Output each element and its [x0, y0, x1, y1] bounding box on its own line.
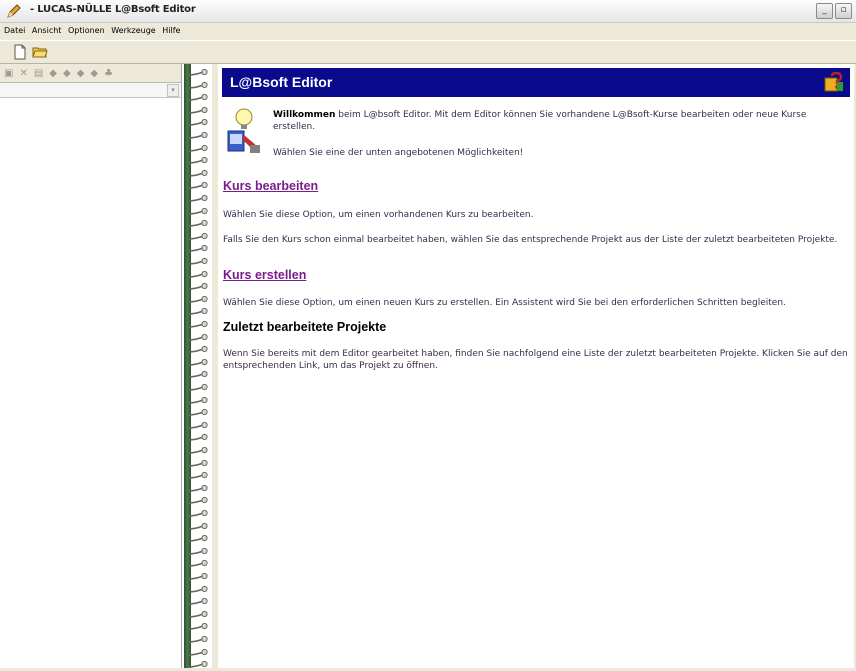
spiral-ring	[186, 535, 208, 542]
spiral-ring	[186, 459, 208, 467]
title-bar: - LUCAS-NÜLLE L@Bsoft Editor _ ▫	[0, 0, 856, 23]
move-right-icon[interactable]: ◆	[90, 68, 98, 79]
welcome-content: L@Bsoft Editor Willkommen beim L@bsoft E…	[218, 64, 854, 668]
spiral-ring	[186, 81, 208, 89]
spiral-ring	[186, 434, 208, 442]
recent-projects-text: Wenn Sie bereits mit dem Editor gearbeit…	[223, 349, 848, 371]
spiral-ring	[186, 94, 208, 101]
spiral-ring	[186, 182, 208, 190]
tree-toolbar: ▣ ✕ ▤ ◆ ◆ ◆ ◆ ♣	[0, 64, 181, 83]
menu-optionen[interactable]: Optionen	[68, 23, 105, 38]
edit-project-text: Falls Sie den Kurs schon einmal bearbeit…	[223, 235, 838, 245]
spiral-ring	[186, 484, 208, 492]
spiral-ring	[186, 232, 208, 240]
move-left-icon[interactable]: ◆	[77, 68, 85, 79]
main-toolbar	[0, 40, 856, 64]
spiral-ring	[186, 207, 208, 215]
welcome-text: Willkommen beim L@bsoft Editor. Mit dem …	[273, 109, 848, 133]
spiral-ring	[186, 295, 208, 303]
spiral-ring	[186, 446, 208, 454]
edit-option-text: Wählen Sie diese Option, um einen vorhan…	[223, 210, 534, 220]
spiral-ring	[186, 409, 208, 416]
spiral-ring	[186, 257, 208, 265]
menu-bar: Datei Ansicht Optionen Werkzeuge Hilfe	[0, 23, 856, 38]
chevron-down-icon[interactable]: ▾	[167, 84, 179, 97]
menu-hilfe[interactable]: Hilfe	[162, 23, 180, 38]
spiral-ring	[186, 383, 208, 391]
spiral-ring	[186, 610, 208, 618]
open-folder-icon[interactable]	[32, 44, 48, 60]
spiral-ring	[186, 497, 208, 505]
spiral-ring	[186, 522, 208, 530]
editor-header: L@Bsoft Editor	[222, 68, 850, 97]
kurs-erstellen-link[interactable]: Kurs erstellen	[223, 268, 306, 282]
spiral-ring	[186, 157, 208, 164]
minimize-button[interactable]: _	[816, 3, 833, 19]
help-icon[interactable]	[824, 72, 844, 92]
welcome-bold: Willkommen	[273, 110, 336, 120]
spiral-ring	[186, 509, 208, 517]
spiral-ring	[186, 572, 208, 580]
move-up-icon[interactable]: ◆	[49, 68, 57, 79]
spiral-ring	[186, 371, 208, 379]
spiral-ring	[186, 661, 208, 668]
notebook-spine	[182, 64, 212, 668]
spiral-ring	[186, 320, 208, 328]
spiral-ring	[186, 220, 208, 227]
new-file-icon[interactable]	[12, 44, 28, 60]
spiral-ring	[186, 635, 208, 643]
tree-properties-icon[interactable]: ▣	[4, 68, 13, 79]
header-title: L@Bsoft Editor	[230, 74, 333, 90]
menu-datei[interactable]: Datei	[4, 23, 25, 38]
spiral-ring	[186, 333, 208, 341]
spiral-ring	[186, 648, 208, 656]
spiral-ring	[186, 169, 208, 177]
spiral-ring	[186, 623, 208, 631]
spiral-ring	[186, 598, 208, 605]
spiral-ring	[186, 119, 208, 127]
spiral-ring	[186, 421, 208, 429]
menu-werkzeuge[interactable]: Werkzeuge	[111, 23, 155, 38]
pencil-app-icon	[7, 4, 21, 18]
spiral-ring	[186, 144, 208, 152]
structure-icon[interactable]: ♣	[104, 68, 113, 79]
recent-projects-heading: Zuletzt bearbeitete Projekte	[223, 320, 387, 334]
spiral-ring	[186, 358, 208, 366]
move-down-icon[interactable]: ◆	[63, 68, 71, 79]
window-title: - LUCAS-NÜLLE L@Bsoft Editor	[30, 4, 196, 15]
spiral-ring	[186, 346, 208, 353]
welcome-rest: beim L@bsoft Editor. Mit dem Editor könn…	[273, 110, 807, 132]
spiral-ring	[186, 547, 208, 555]
tree-settings-icon[interactable]: ▤	[34, 68, 43, 79]
lamp-wizard-icon	[227, 108, 260, 153]
spiral-ring	[186, 131, 208, 139]
spiral-ring	[186, 585, 208, 593]
spiral-ring	[186, 472, 208, 479]
choose-option-text: Wählen Sie eine der unten angebotenen Mö…	[273, 148, 524, 158]
spiral-ring	[186, 308, 208, 316]
spiral-ring	[186, 560, 208, 568]
spiral-ring	[186, 283, 208, 290]
spiral-ring	[186, 245, 208, 253]
tree-filter-combo[interactable]: ▾	[0, 83, 181, 98]
spiral-ring	[186, 194, 208, 202]
spiral-ring	[186, 68, 208, 76]
spiral-ring	[186, 106, 208, 114]
project-tree-pane: ▣ ✕ ▤ ◆ ◆ ◆ ◆ ♣ ▾	[0, 64, 182, 668]
restore-button[interactable]: ▫	[835, 3, 852, 19]
delete-icon[interactable]: ✕	[19, 68, 27, 79]
kurs-bearbeiten-link[interactable]: Kurs bearbeiten	[223, 179, 318, 193]
create-option-text: Wählen Sie diese Option, um einen neuen …	[223, 298, 786, 308]
spiral-ring	[186, 270, 208, 278]
spiral-ring	[186, 396, 208, 404]
menu-ansicht[interactable]: Ansicht	[32, 23, 62, 38]
